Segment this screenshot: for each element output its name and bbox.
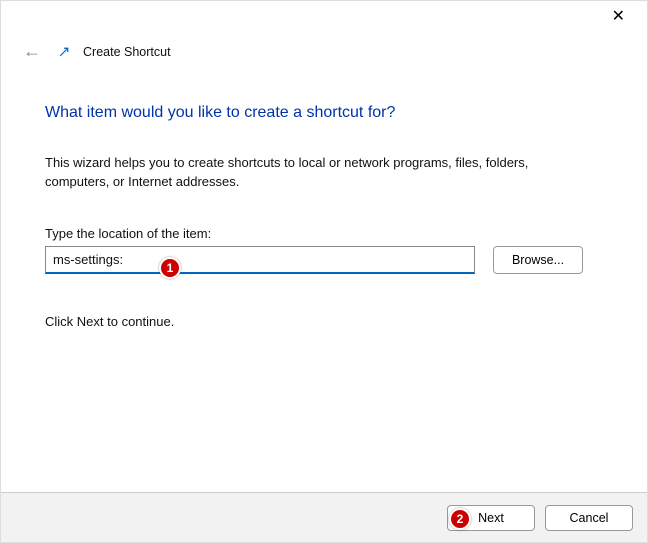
annotation-marker-1: 1	[159, 257, 181, 279]
cancel-button[interactable]: Cancel	[545, 505, 633, 531]
close-icon[interactable]: ✕	[602, 5, 635, 29]
browse-button[interactable]: Browse...	[493, 246, 583, 274]
location-label: Type the location of the item:	[45, 226, 603, 241]
shortcut-icon	[57, 45, 71, 59]
header-row: ← Create Shortcut	[1, 33, 647, 64]
location-row: Browse...	[45, 246, 603, 274]
footer-bar: Next Cancel	[1, 492, 647, 542]
window-title: Create Shortcut	[83, 45, 171, 59]
location-input[interactable]	[45, 246, 475, 274]
wizard-description: This wizard helps you to create shortcut…	[45, 154, 565, 192]
back-arrow-icon[interactable]: ←	[19, 39, 45, 64]
annotation-marker-2: 2	[449, 508, 471, 530]
page-heading: What item would you like to create a sho…	[45, 104, 603, 122]
continue-instruction: Click Next to continue.	[45, 314, 603, 329]
content-area: What item would you like to create a sho…	[1, 64, 647, 329]
titlebar: ✕	[1, 1, 647, 33]
